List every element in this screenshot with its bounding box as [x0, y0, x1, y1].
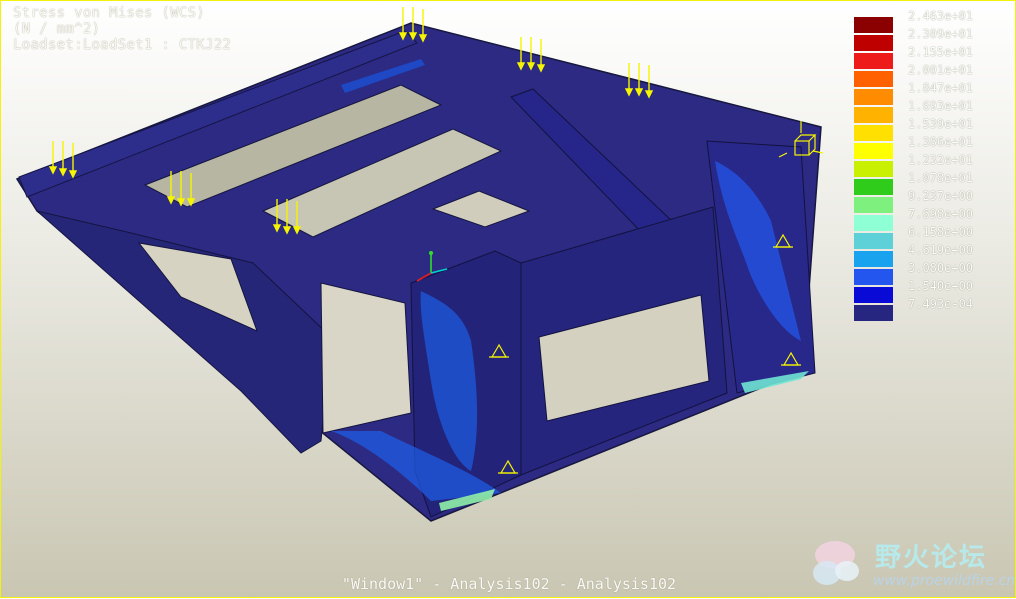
watermark-url: www.proewildfire.cn: [873, 573, 1016, 589]
legend-label: 2.309e+01: [908, 27, 974, 41]
legend-label: 1.539e+01: [908, 117, 974, 131]
legend-swatch: [854, 269, 893, 285]
legend-swatch: [854, 251, 893, 267]
legend-label: 1.232e+01: [908, 153, 974, 167]
legend-swatch: [854, 89, 893, 105]
legend-label: 2.001e+01: [908, 63, 974, 77]
legend-swatch: [854, 107, 893, 123]
legend-label: 7.493e-04: [908, 297, 974, 311]
legend-label: 6.158e+00: [908, 225, 974, 239]
legend-swatch: [854, 179, 893, 195]
legend-label: 4.619e+00: [908, 243, 974, 257]
legend-swatch: [854, 125, 893, 141]
legend-swatch: [854, 143, 893, 159]
legend-label: 1.386e+01: [908, 135, 974, 149]
legend-label: 1.847e+01: [908, 81, 974, 95]
legend-swatch: [854, 53, 893, 69]
watermark-title: 野火论坛: [875, 543, 988, 573]
legend-swatch: [854, 71, 893, 87]
legend-swatch: [854, 35, 893, 51]
legend-label: 2.463e+01: [908, 9, 974, 23]
legend-swatch: [854, 305, 893, 321]
legend-label: 2.155e+01: [908, 45, 974, 59]
legend-label: 9.237e+00: [908, 189, 974, 203]
model-left-opening-2: [320, 282, 412, 434]
legend-swatch: [854, 215, 893, 231]
legend-swatch: [854, 197, 893, 213]
legend-swatch: [854, 233, 893, 249]
watermark-logo-icon: [813, 541, 859, 585]
legend-swatch: [854, 161, 893, 177]
result-viewport[interactable]: Stress von Mises (WCS) (N / mm^2) Loadse…: [0, 0, 1016, 598]
legend-label: 1.078e+01: [908, 171, 974, 185]
legend-swatch: [854, 287, 893, 303]
watermark: 野火论坛 www.proewildfire.cn: [805, 533, 1016, 595]
legend-label: 7.698e+00: [908, 207, 974, 221]
legend-swatch: [854, 17, 893, 33]
legend-label: 1.540e+00: [908, 279, 974, 293]
legend-label: 1.693e+01: [908, 99, 974, 113]
legend-label: 3.080e+00: [908, 261, 974, 275]
